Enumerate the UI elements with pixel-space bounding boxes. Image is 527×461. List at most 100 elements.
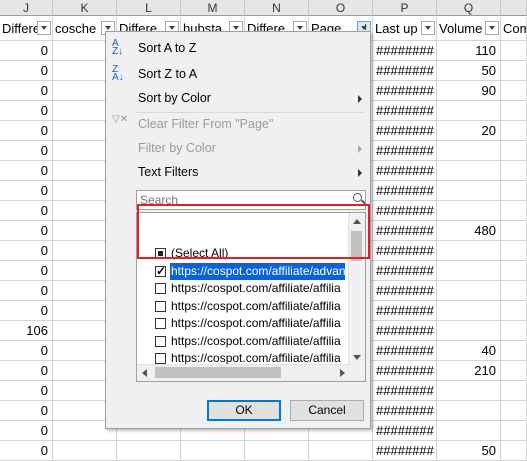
ok-button[interactable]: OK	[207, 400, 281, 421]
table-cell[interactable]	[501, 301, 527, 321]
filter-value-item[interactable]: https://cospot.com/affiliate/affilia	[155, 298, 345, 315]
table-cell[interactable]	[437, 141, 501, 161]
table-cell[interactable]	[501, 181, 527, 201]
table-cell[interactable]: 20	[437, 121, 501, 141]
table-cell[interactable]: ########	[373, 401, 437, 421]
table-cell[interactable]	[501, 441, 527, 461]
table-cell[interactable]: 90	[437, 81, 501, 101]
column-letter-k[interactable]: K	[53, 0, 117, 16]
table-cell[interactable]: ########	[373, 301, 437, 321]
column-letter-p[interactable]: P	[373, 0, 437, 16]
column-letter-o[interactable]: O	[309, 0, 373, 16]
table-cell[interactable]	[501, 41, 527, 61]
table-cell[interactable]: ########	[373, 261, 437, 281]
table-cell[interactable]: 0	[0, 81, 53, 101]
sort-by-color-item[interactable]: Sort by Color	[106, 86, 370, 110]
table-cell[interactable]	[501, 201, 527, 221]
filter-value-item[interactable]: https://cospot.com/affiliate/affilia	[155, 280, 345, 297]
table-cell[interactable]: 0	[0, 441, 53, 461]
table-cell[interactable]: 0	[0, 401, 53, 421]
table-cell[interactable]: 0	[0, 41, 53, 61]
table-cell[interactable]	[501, 101, 527, 121]
table-cell[interactable]	[501, 161, 527, 181]
table-cell[interactable]: 0	[0, 181, 53, 201]
table-cell[interactable]	[245, 441, 309, 461]
table-cell[interactable]	[501, 381, 527, 401]
header-cell-last-up[interactable]: Last up	[373, 17, 437, 41]
table-cell[interactable]	[501, 321, 527, 341]
column-letter-j[interactable]: J	[0, 0, 53, 16]
scroll-right-arrow-icon[interactable]	[340, 369, 345, 377]
header-cell-volume[interactable]: Volume	[437, 17, 501, 41]
table-cell[interactable]	[437, 261, 501, 281]
table-cell[interactable]	[437, 321, 501, 341]
table-cell[interactable]: ########	[373, 61, 437, 81]
column-letter-n[interactable]: N	[245, 0, 309, 16]
scroll-down-arrow-icon[interactable]	[353, 355, 361, 360]
table-cell[interactable]	[437, 281, 501, 301]
table-cell[interactable]: 210	[437, 361, 501, 381]
table-cell[interactable]: 0	[0, 61, 53, 81]
table-cell[interactable]: 110	[437, 41, 501, 61]
table-cell[interactable]: ########	[373, 181, 437, 201]
table-cell[interactable]	[501, 81, 527, 101]
table-cell[interactable]: 0	[0, 361, 53, 381]
checkbox[interactable]	[155, 335, 166, 347]
table-cell[interactable]: ########	[373, 101, 437, 121]
filter-dropdown-icon[interactable]	[37, 21, 51, 35]
table-cell[interactable]: ########	[373, 241, 437, 261]
table-cell[interactable]	[501, 281, 527, 301]
table-cell[interactable]: ########	[373, 421, 437, 441]
table-cell[interactable]: 0	[0, 341, 53, 361]
table-cell[interactable]	[437, 181, 501, 201]
table-cell[interactable]	[501, 361, 527, 381]
table-cell[interactable]	[437, 301, 501, 321]
table-cell[interactable]: ########	[373, 141, 437, 161]
table-cell[interactable]: 0	[0, 221, 53, 241]
filter-value-item[interactable]: https://cospot.com/affiliate/affilia	[155, 315, 345, 332]
checkbox[interactable]	[155, 263, 166, 280]
checkbox[interactable]	[155, 318, 166, 329]
checkbox[interactable]	[155, 283, 166, 294]
table-cell[interactable]	[437, 241, 501, 261]
table-cell[interactable]	[117, 441, 181, 461]
table-cell[interactable]: ########	[373, 341, 437, 361]
filter-dropdown-icon[interactable]	[485, 21, 499, 35]
table-cell[interactable]: ########	[373, 361, 437, 381]
table-cell[interactable]: 50	[437, 441, 501, 461]
column-letter-l[interactable]: L	[117, 0, 181, 16]
header-cell-com[interactable]: Com	[501, 17, 527, 41]
table-cell[interactable]	[437, 401, 501, 421]
table-cell[interactable]: 0	[0, 101, 53, 121]
filter-by-color-item[interactable]: Filter by Color	[106, 136, 370, 160]
table-cell[interactable]: 0	[0, 121, 53, 141]
table-cell[interactable]: ########	[373, 221, 437, 241]
header-cell-differe-j[interactable]: Differe	[0, 17, 53, 41]
cancel-button[interactable]: Cancel	[290, 400, 364, 421]
column-letter-m[interactable]: M	[181, 0, 245, 16]
table-cell[interactable]	[501, 261, 527, 281]
table-cell[interactable]	[309, 441, 373, 461]
table-cell[interactable]: ########	[373, 121, 437, 141]
table-cell[interactable]: ########	[373, 81, 437, 101]
table-cell[interactable]: 0	[0, 421, 53, 441]
table-cell[interactable]	[501, 401, 527, 421]
checkbox[interactable]	[155, 300, 166, 312]
table-cell[interactable]	[501, 241, 527, 261]
table-cell[interactable]	[437, 101, 501, 121]
table-cell[interactable]	[501, 421, 527, 441]
table-cell[interactable]	[181, 441, 245, 461]
table-cell[interactable]: ########	[373, 201, 437, 221]
table-cell[interactable]: ########	[373, 321, 437, 341]
table-cell[interactable]	[501, 61, 527, 81]
table-cell[interactable]	[437, 381, 501, 401]
column-letter-r[interactable]	[501, 0, 527, 16]
table-cell[interactable]: 0	[0, 201, 53, 221]
table-cell[interactable]: ########	[373, 441, 437, 461]
table-cell[interactable]: 0	[0, 161, 53, 181]
table-cell[interactable]	[501, 121, 527, 141]
table-cell[interactable]: 0	[0, 241, 53, 261]
table-cell[interactable]: ########	[373, 381, 437, 401]
table-cell[interactable]: 0	[0, 261, 53, 281]
text-filters-item[interactable]: Text Filters	[106, 160, 370, 184]
